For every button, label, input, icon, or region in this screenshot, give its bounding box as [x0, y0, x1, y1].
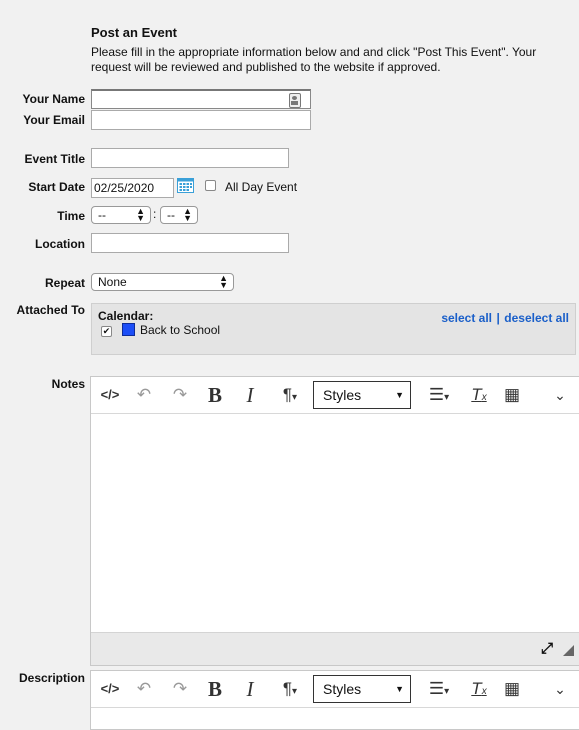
- event-title-input[interactable]: [91, 148, 289, 168]
- source-code-icon[interactable]: </>: [99, 383, 121, 407]
- select-links: select all | deselect all: [441, 309, 569, 327]
- select-arrows-icon: ▲ ▼: [136, 206, 145, 223]
- repeat-value: None: [98, 275, 127, 289]
- styles-dropdown[interactable]: Styles ▼: [313, 675, 411, 703]
- clear-format-icon[interactable]: Tx: [468, 677, 490, 701]
- resize-handle-icon[interactable]: [563, 645, 574, 656]
- all-day-checkbox[interactable]: [205, 180, 216, 191]
- repeat-select[interactable]: None ▲ ▼: [91, 273, 234, 291]
- time-separator: :: [153, 207, 157, 221]
- paragraph-icon[interactable]: ¶▾: [277, 677, 303, 701]
- redo-icon[interactable]: ↷: [169, 677, 191, 701]
- start-date-label: Start Date: [28, 180, 85, 194]
- notes-label: Notes: [51, 377, 85, 391]
- calendar-heading: Calendar:: [98, 309, 154, 323]
- calendar-list: Calendar: select all | deselect all ✔ Ba…: [91, 303, 576, 355]
- undo-icon[interactable]: ↶: [133, 383, 155, 407]
- table-icon[interactable]: ▦: [501, 383, 523, 407]
- italic-icon[interactable]: I: [239, 383, 261, 407]
- contact-card-icon[interactable]: [289, 93, 301, 108]
- select-arrows-icon: ▲ ▼: [219, 273, 228, 290]
- notes-content-area[interactable]: [91, 414, 579, 632]
- your-email-input[interactable]: [91, 110, 311, 130]
- your-name-label: Your Name: [22, 92, 85, 106]
- description-toolbar: </> ↶ ↷ B I ¶▾ Styles ▼ ☰▾ Tx ▦ ⌄: [91, 671, 579, 708]
- select-arrows-icon: ▲ ▼: [183, 206, 192, 223]
- styles-label: Styles: [323, 681, 362, 697]
- undo-icon[interactable]: ↶: [133, 677, 155, 701]
- styles-dropdown[interactable]: Styles ▼: [313, 381, 411, 409]
- attached-to-label: Attached To: [16, 303, 85, 317]
- time-minute-select[interactable]: -- ▲ ▼: [160, 206, 198, 224]
- repeat-label: Repeat: [44, 276, 85, 290]
- notes-statusbar: ⤢: [91, 632, 579, 665]
- calendar-item-label: Back to School: [140, 323, 221, 337]
- source-code-icon[interactable]: </>: [99, 677, 121, 701]
- your-name-input[interactable]: [91, 89, 311, 109]
- calendar-picker-icon[interactable]: [177, 177, 194, 193]
- location-label: Location: [35, 237, 85, 251]
- select-all-link[interactable]: select all: [441, 311, 492, 325]
- styles-label: Styles: [323, 387, 362, 403]
- notes-toolbar: </> ↶ ↷ B I ¶▾ Styles ▼ ☰▾ Tx ▦ ⌄: [91, 377, 579, 414]
- redo-icon[interactable]: ↷: [169, 383, 191, 407]
- link-separator: |: [496, 311, 500, 325]
- calendar-color-swatch: [122, 323, 135, 336]
- chevron-down-icon: ▼: [395, 684, 404, 694]
- deselect-all-link[interactable]: deselect all: [504, 311, 569, 325]
- location-input[interactable]: [91, 233, 289, 253]
- time-hour-select[interactable]: -- ▲ ▼: [91, 206, 151, 224]
- align-icon[interactable]: ☰▾: [425, 677, 453, 701]
- clear-format-icon[interactable]: Tx: [468, 383, 490, 407]
- paragraph-icon[interactable]: ¶▾: [277, 383, 303, 407]
- time-hour-value: --: [98, 208, 106, 222]
- fullscreen-icon[interactable]: ⤢: [541, 640, 553, 657]
- bold-icon[interactable]: B: [204, 383, 226, 407]
- notes-editor: </> ↶ ↷ B I ¶▾ Styles ▼ ☰▾ Tx ▦ ⌄ ⤢: [90, 376, 579, 666]
- table-icon[interactable]: ▦: [501, 677, 523, 701]
- expand-toolbar-icon[interactable]: ⌄: [549, 383, 571, 407]
- description-editor: </> ↶ ↷ B I ¶▾ Styles ▼ ☰▾ Tx ▦ ⌄: [90, 670, 579, 730]
- bold-icon[interactable]: B: [204, 677, 226, 701]
- expand-toolbar-icon[interactable]: ⌄: [549, 677, 571, 701]
- your-email-label: Your Email: [23, 113, 85, 127]
- align-icon[interactable]: ☰▾: [425, 383, 453, 407]
- form-intro: Please fill in the appropriate informati…: [91, 45, 537, 74]
- italic-icon[interactable]: I: [239, 677, 261, 701]
- chevron-down-icon: ▼: [395, 390, 404, 400]
- form-heading: Post an Event: [91, 25, 177, 40]
- start-date-input[interactable]: 02/25/2020: [91, 178, 174, 198]
- description-label: Description: [18, 671, 85, 685]
- time-minute-value: --: [167, 208, 175, 222]
- time-label: Time: [57, 209, 85, 223]
- event-title-label: Event Title: [24, 152, 85, 166]
- all-day-label: All Day Event: [225, 180, 298, 194]
- calendar-checkbox[interactable]: ✔: [101, 326, 112, 337]
